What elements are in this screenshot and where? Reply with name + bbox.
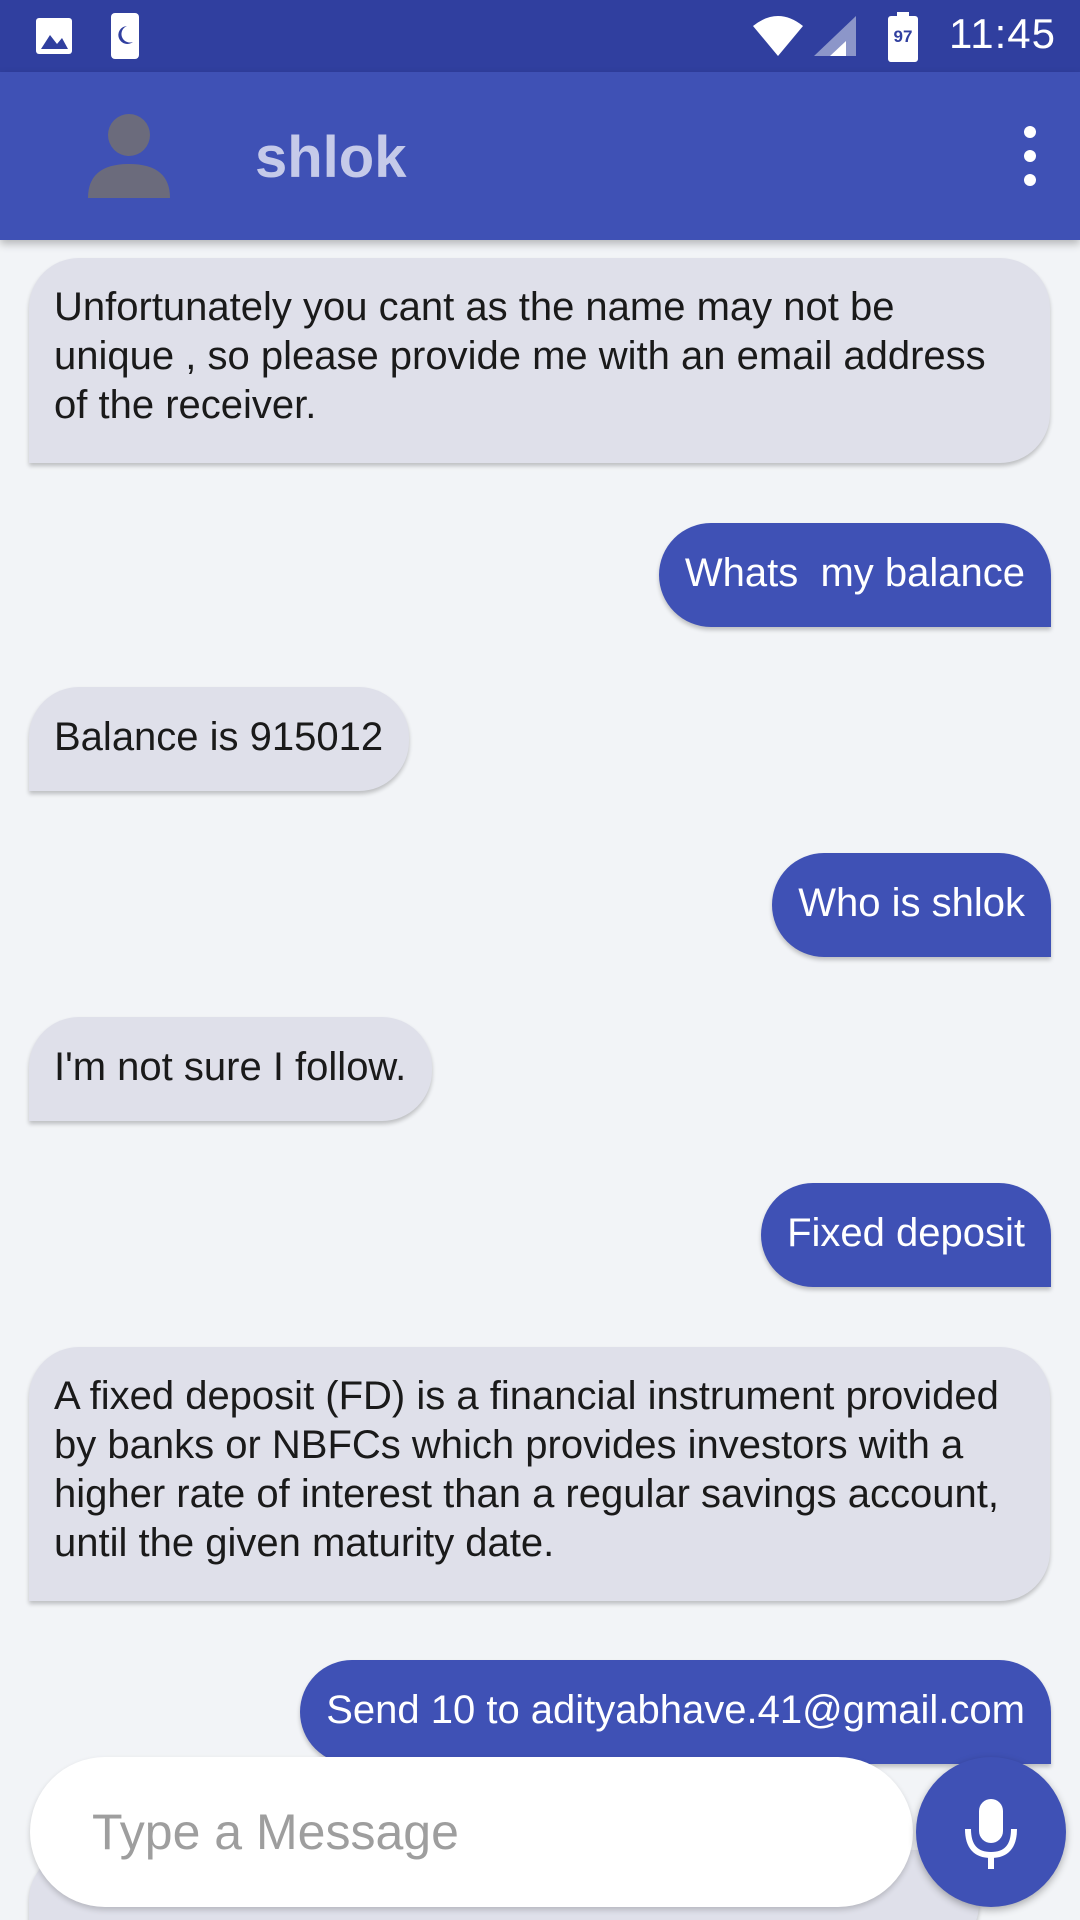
message-text: A fixed deposit (FD) is a financial inst… — [54, 1374, 999, 1565]
message-input[interactable] — [90, 1793, 874, 1871]
message-text: Fixed deposit — [787, 1211, 1025, 1255]
mic-button[interactable] — [916, 1757, 1066, 1907]
user-message: Send 10 to adityabhave.41@gmail.com — [300, 1660, 1051, 1764]
bot-message: I'm not sure I follow. — [29, 1017, 433, 1121]
more-vert-icon[interactable] — [1010, 124, 1050, 188]
message-text: Unfortunately you cant as the name may n… — [54, 285, 986, 427]
conversation-title: shlok — [255, 125, 407, 190]
avatar-icon[interactable] — [86, 112, 172, 198]
bot-message: Unfortunately you cant as the name may n… — [29, 258, 1050, 463]
signal-icon — [814, 16, 856, 56]
user-message: Who is shlok — [772, 853, 1051, 957]
message-text: Who is shlok — [798, 881, 1025, 925]
battery-level: 97 — [893, 27, 913, 46]
mic-icon — [965, 1799, 1017, 1869]
message-text: Send 10 to adityabhave.41@gmail.com — [326, 1688, 1025, 1732]
bot-message: A fixed deposit (FD) is a financial inst… — [29, 1347, 1050, 1601]
message-composer — [30, 1757, 913, 1907]
message-text: Whats my balance — [684, 551, 1025, 595]
bot-message: Balance is 915012 — [29, 687, 410, 791]
message-list[interactable]: Unfortunately you cant as the name may n… — [0, 240, 1080, 1920]
moon-icon — [111, 13, 139, 59]
status-bar: 97 11:45 — [0, 0, 1080, 72]
user-message: Fixed deposit — [761, 1183, 1051, 1287]
clock: 11:45 — [949, 10, 1056, 57]
wifi-icon — [753, 16, 803, 56]
image-icon — [36, 18, 72, 54]
message-text: Balance is 915012 — [54, 715, 384, 759]
message-text: I'm not sure I follow. — [54, 1045, 407, 1089]
app-bar: shlok — [0, 72, 1080, 240]
user-message: Whats my balance — [658, 523, 1051, 627]
